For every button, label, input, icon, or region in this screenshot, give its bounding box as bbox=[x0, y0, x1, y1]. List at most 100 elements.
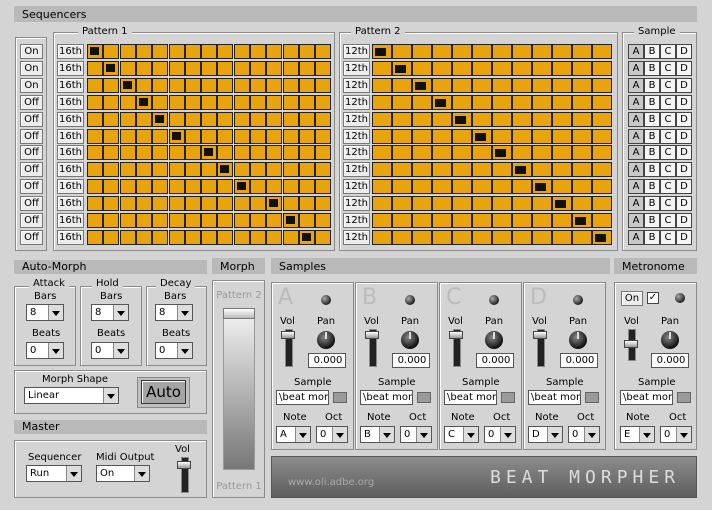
pattern2-step[interactable] bbox=[512, 230, 532, 245]
pattern1-step[interactable] bbox=[201, 179, 218, 194]
pattern1-step[interactable] bbox=[87, 230, 103, 245]
pattern1-step[interactable] bbox=[135, 196, 152, 211]
row-toggle-button[interactable]: Off bbox=[20, 129, 43, 144]
sample-select-button[interactable]: C bbox=[660, 162, 676, 177]
sample-select-button[interactable]: D bbox=[676, 44, 692, 59]
pattern1-step[interactable] bbox=[233, 44, 250, 59]
morph-shape-select[interactable]: Linear bbox=[24, 387, 119, 404]
pattern2-step[interactable] bbox=[532, 78, 552, 93]
pattern1-step[interactable] bbox=[266, 129, 283, 144]
channel-vol-thumb[interactable] bbox=[365, 331, 379, 339]
channel-vol-thumb[interactable] bbox=[281, 331, 295, 339]
pattern2-step[interactable] bbox=[532, 213, 552, 228]
row-toggle-button[interactable]: Off bbox=[20, 196, 43, 211]
channel-note-select[interactable]: A bbox=[276, 426, 311, 443]
pattern1-step[interactable] bbox=[103, 44, 120, 59]
pattern1-step[interactable] bbox=[168, 196, 185, 211]
hold-beats-select[interactable]: 0 bbox=[91, 342, 129, 359]
sample-select-button[interactable]: A bbox=[628, 213, 644, 228]
row-toggle-button[interactable]: Off bbox=[20, 179, 43, 194]
pattern2-step[interactable] bbox=[412, 78, 432, 93]
pattern1-division-button[interactable]: 16th bbox=[57, 61, 84, 76]
pattern2-step[interactable] bbox=[512, 145, 532, 160]
pattern2-step[interactable] bbox=[472, 44, 492, 59]
pattern2-step[interactable] bbox=[372, 129, 392, 144]
pattern2-step[interactable] bbox=[492, 196, 512, 211]
pattern1-step[interactable] bbox=[250, 179, 266, 194]
sample-select-button[interactable]: D bbox=[676, 145, 692, 160]
pattern2-step[interactable] bbox=[592, 213, 612, 228]
pattern1-step[interactable] bbox=[135, 95, 152, 110]
pattern2-step[interactable] bbox=[432, 230, 452, 245]
pattern2-step[interactable] bbox=[472, 179, 492, 194]
pattern2-step[interactable] bbox=[572, 196, 592, 211]
pattern1-step[interactable] bbox=[184, 179, 201, 194]
pattern1-step[interactable] bbox=[233, 129, 250, 144]
pattern2-step[interactable] bbox=[392, 129, 412, 144]
pattern1-step[interactable] bbox=[201, 230, 218, 245]
pattern1-step[interactable] bbox=[282, 78, 299, 93]
sample-select-button[interactable]: C bbox=[660, 213, 676, 228]
sample-select-button[interactable]: B bbox=[644, 145, 660, 160]
metronome-vol-thumb[interactable] bbox=[624, 340, 638, 348]
sample-select-button[interactable]: A bbox=[628, 162, 644, 177]
pattern1-step[interactable] bbox=[298, 145, 315, 160]
channel-note-select[interactable]: B bbox=[360, 426, 395, 443]
metronome-oct-select[interactable]: 0 bbox=[660, 426, 692, 443]
pattern1-step[interactable] bbox=[119, 129, 136, 144]
pattern2-step[interactable] bbox=[452, 129, 472, 144]
pattern2-division-button[interactable]: 12th bbox=[343, 196, 370, 211]
pattern2-step[interactable] bbox=[552, 213, 572, 228]
pattern1-step[interactable] bbox=[168, 61, 185, 76]
pattern2-division-button[interactable]: 12th bbox=[343, 213, 370, 228]
pattern2-step[interactable] bbox=[452, 213, 472, 228]
pattern1-step[interactable] bbox=[119, 44, 136, 59]
pattern1-division-button[interactable]: 16th bbox=[57, 230, 84, 245]
pattern2-step[interactable] bbox=[472, 230, 492, 245]
pattern2-step[interactable] bbox=[452, 162, 472, 177]
pattern1-step[interactable] bbox=[250, 112, 266, 127]
pattern2-step[interactable] bbox=[572, 95, 592, 110]
pattern1-step[interactable] bbox=[201, 95, 218, 110]
pattern2-step[interactable] bbox=[532, 61, 552, 76]
pattern2-step[interactable] bbox=[432, 61, 452, 76]
pattern1-step[interactable] bbox=[119, 145, 136, 160]
pattern1-step[interactable] bbox=[201, 145, 218, 160]
pattern1-division-button[interactable]: 16th bbox=[57, 78, 84, 93]
pattern1-step[interactable] bbox=[217, 162, 234, 177]
morph-slider[interactable] bbox=[223, 308, 255, 470]
auto-button[interactable]: Auto bbox=[141, 380, 186, 404]
pattern2-step[interactable] bbox=[412, 61, 432, 76]
pattern1-step[interactable] bbox=[315, 179, 332, 194]
pattern1-step[interactable] bbox=[217, 213, 234, 228]
channel-pan-knob[interactable] bbox=[569, 331, 587, 349]
pattern2-step[interactable] bbox=[552, 162, 572, 177]
pattern1-step[interactable] bbox=[233, 213, 250, 228]
channel-sample-field[interactable]: \beat morp bbox=[360, 390, 413, 405]
pattern1-step[interactable] bbox=[266, 95, 283, 110]
channel-pan-knob[interactable] bbox=[485, 331, 503, 349]
pattern2-division-button[interactable]: 12th bbox=[343, 61, 370, 76]
channel-pan-value[interactable]: 0.000 bbox=[308, 353, 346, 368]
pattern1-step[interactable] bbox=[201, 162, 218, 177]
pattern2-step[interactable] bbox=[432, 44, 452, 59]
pattern1-step[interactable] bbox=[298, 61, 315, 76]
folder-icon[interactable] bbox=[585, 392, 599, 403]
sample-select-button[interactable]: B bbox=[644, 162, 660, 177]
pattern2-step[interactable] bbox=[592, 145, 612, 160]
pattern1-step[interactable] bbox=[201, 129, 218, 144]
pattern2-step[interactable] bbox=[372, 196, 392, 211]
sample-select-button[interactable]: B bbox=[644, 95, 660, 110]
channel-note-select[interactable]: C bbox=[444, 426, 479, 443]
pattern1-step[interactable] bbox=[184, 44, 201, 59]
sample-select-button[interactable]: D bbox=[676, 61, 692, 76]
pattern1-step[interactable] bbox=[152, 129, 169, 144]
sample-select-button[interactable]: C bbox=[660, 95, 676, 110]
pattern2-step[interactable] bbox=[412, 162, 432, 177]
pattern2-step[interactable] bbox=[452, 61, 472, 76]
pattern2-step[interactable] bbox=[532, 179, 552, 194]
metronome-pan-knob[interactable] bbox=[661, 331, 679, 349]
sample-select-button[interactable]: B bbox=[644, 230, 660, 245]
pattern1-step[interactable] bbox=[266, 112, 283, 127]
pattern1-step[interactable] bbox=[168, 162, 185, 177]
